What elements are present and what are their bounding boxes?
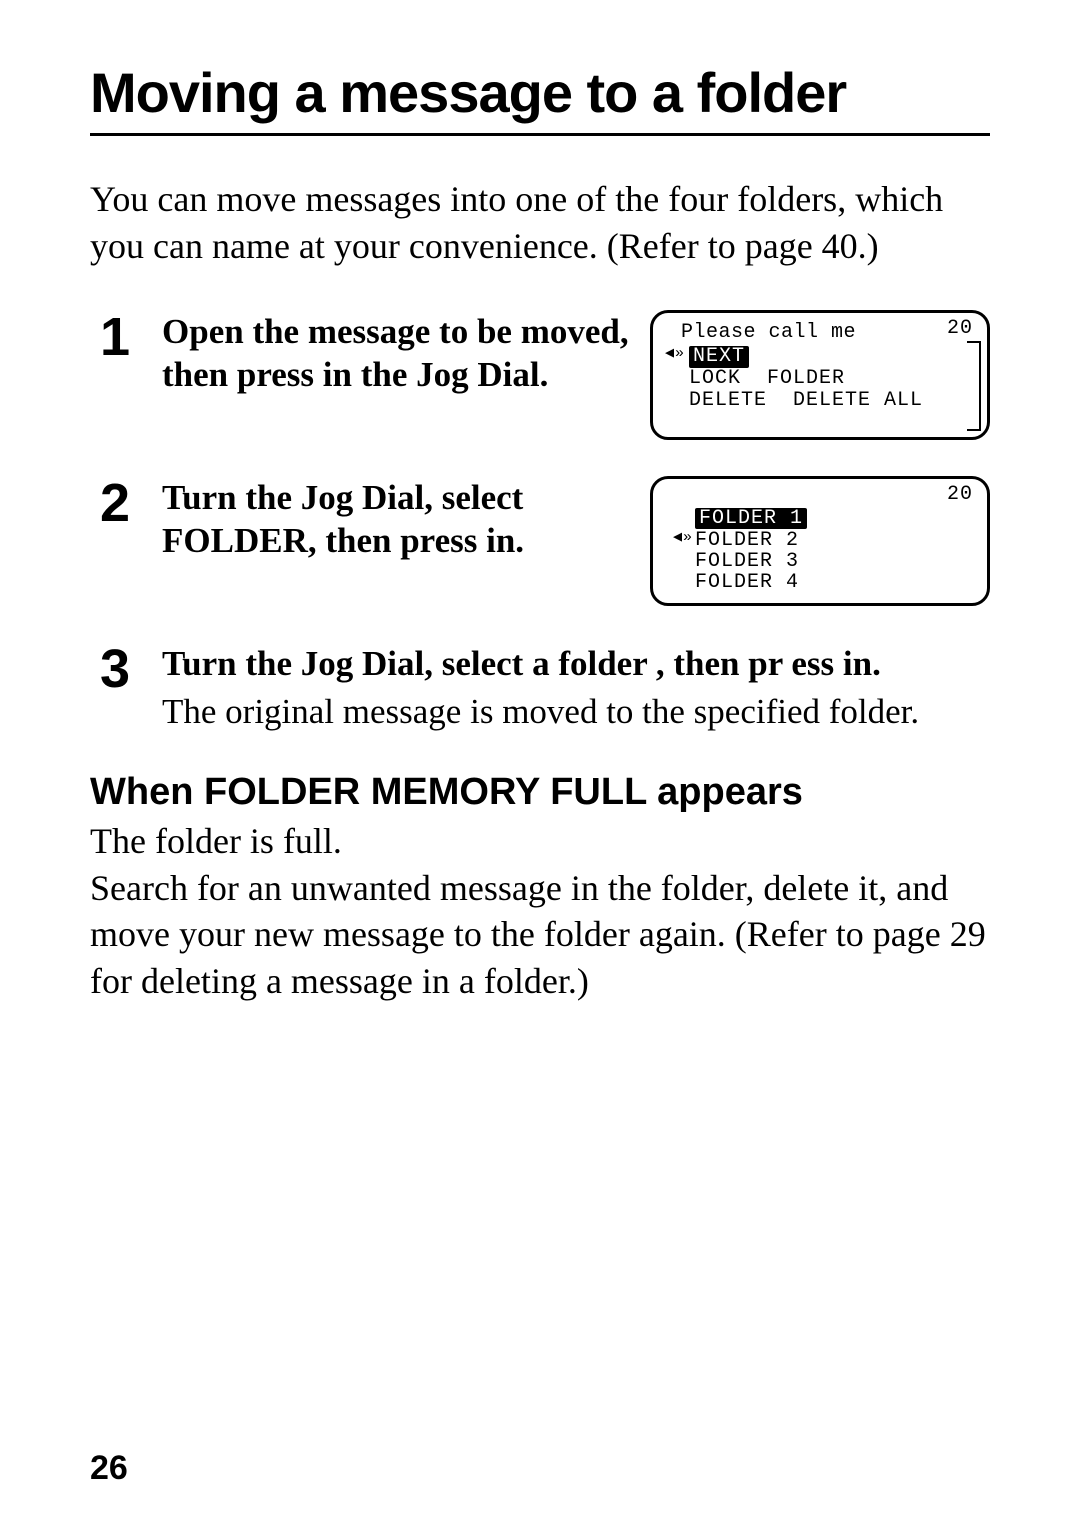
lcd1-menu-lock: LOCK <box>689 368 741 390</box>
lcd1-scroll-indicator <box>967 341 981 431</box>
step-1-head: Open the message to be moved, then press… <box>162 310 630 398</box>
page-title: Moving a message to a folder <box>90 60 990 125</box>
step-2: 2 Turn the Jog Dial, select FOLDER, then… <box>100 476 990 606</box>
lcd2-folder-2: ◀»FOLDER 2 <box>673 530 977 551</box>
section-body: The folder is full.Search for an unwante… <box>90 818 990 1005</box>
intro-text: You can move messages into one of the fo… <box>90 176 990 270</box>
step-number: 3 <box>100 642 144 696</box>
page-number: 26 <box>90 1449 128 1488</box>
lcd1-menu-folder: FOLDER <box>767 368 845 390</box>
lcd1-message: Please call me <box>681 321 977 344</box>
step-3-desc: The original message is moved to the spe… <box>162 689 990 735</box>
step-number: 1 <box>100 310 144 364</box>
lcd2-folder-1: FOLDER 1 <box>695 508 807 529</box>
lcd2-folder-3: FOLDER 3 <box>673 551 977 572</box>
step-number: 2 <box>100 476 144 530</box>
speaker-icon: ◀» <box>673 530 693 546</box>
lcd2-folder-4: FOLDER 4 <box>673 572 977 593</box>
lcd-screen-1: 20 Please call me ◀» NEXT LOCK FOLDER DE… <box>650 310 990 440</box>
lcd1-menu: ◀» NEXT LOCK FOLDER DELETE DELETE ALL <box>667 346 977 412</box>
lcd2-folder-list: FOLDER 1 ◀»FOLDER 2 FOLDER 3 FOLDER 4 <box>673 507 977 593</box>
title-rule <box>90 133 990 136</box>
speaker-icon: ◀» <box>665 346 685 363</box>
lcd1-menu-delete: DELETE <box>689 390 767 412</box>
lcd1-menu-deleteall: DELETE ALL <box>793 390 923 412</box>
lcd1-menu-next: NEXT <box>689 346 749 368</box>
step-2-head: Turn the Jog Dial, select FOLDER, then p… <box>162 476 630 564</box>
lcd2-count: 20 <box>947 483 973 506</box>
lcd-screen-2: 20 FOLDER 1 ◀»FOLDER 2 FOLDER 3 FOLDER 4 <box>650 476 990 606</box>
step-1: 1 Open the message to be moved, then pre… <box>100 310 990 440</box>
step-3-head: Turn the Jog Dial, select a folder , the… <box>162 642 990 686</box>
step-3: 3 Turn the Jog Dial, select a folder , t… <box>100 642 990 735</box>
lcd1-count: 20 <box>947 317 973 340</box>
steps-list: 1 Open the message to be moved, then pre… <box>100 310 990 735</box>
section-heading: When FOLDER MEMORY FULL appears <box>90 771 990 814</box>
